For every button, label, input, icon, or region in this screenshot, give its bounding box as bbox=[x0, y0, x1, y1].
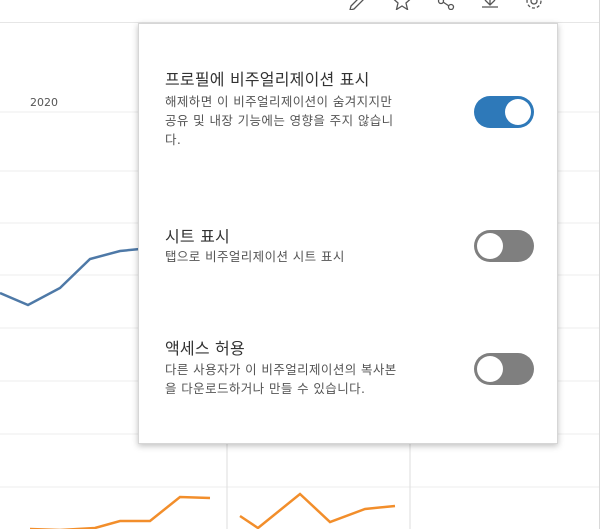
toggle-knob bbox=[477, 233, 503, 259]
toolbar bbox=[330, 0, 590, 14]
axis-year-label: 2020 bbox=[30, 96, 58, 109]
share-icon[interactable] bbox=[436, 0, 456, 10]
toggle-show-sheets[interactable] bbox=[474, 230, 534, 262]
option-title-show-sheets: 시트 표시 bbox=[165, 227, 230, 246]
orange-series-line-2 bbox=[239, 492, 396, 529]
toggle-knob bbox=[477, 356, 503, 382]
orange-series-line bbox=[30, 495, 211, 529]
scrollbar-edge bbox=[599, 0, 600, 529]
option-title-show-on-profile: 프로필에 비주얼리제이션 표시 bbox=[165, 70, 370, 89]
option-desc-show-sheets: 탭으로 비주얼리제이션 시트 표시 bbox=[165, 249, 345, 264]
visualization-settings-popup: 프로필에 비주얼리제이션 표시 해제하면 이 비주얼리제이션이 숨겨지지만 공유… bbox=[138, 23, 558, 444]
blue-series-line bbox=[0, 247, 141, 307]
star-icon[interactable] bbox=[392, 0, 412, 10]
option-desc-show-on-profile: 해제하면 이 비주얼리제이션이 숨겨지지만 공유 및 내장 기능에는 영향을 주… bbox=[165, 94, 394, 147]
settings-gear-icon[interactable] bbox=[524, 0, 544, 10]
edit-icon[interactable] bbox=[348, 0, 368, 10]
option-title-allow-access: 액세스 허용 bbox=[165, 339, 245, 358]
toggle-knob bbox=[505, 99, 531, 125]
download-icon[interactable] bbox=[480, 0, 500, 10]
toggle-allow-access[interactable] bbox=[474, 353, 534, 385]
toggle-show-on-profile[interactable] bbox=[474, 96, 534, 128]
option-desc-allow-access: 다른 사용자가 이 비주얼리제이션의 복사본 을 다운로드하거나 만들 수 있습… bbox=[165, 362, 397, 396]
